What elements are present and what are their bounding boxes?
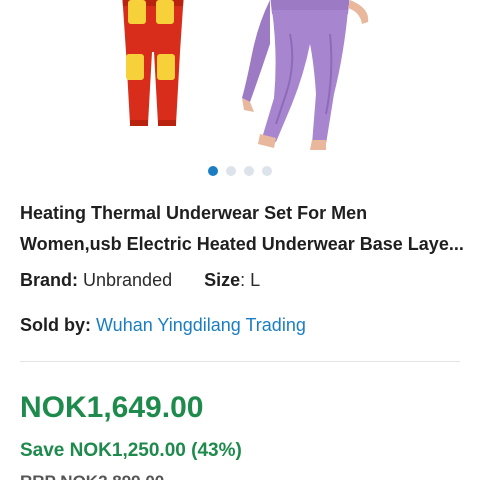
carousel-dot-1[interactable] (208, 166, 218, 176)
rrp-price: RRP NOK2,899.00 (20, 471, 164, 480)
seller-info: Sold by: Wuhan Yingdilang Trading (20, 313, 306, 337)
seller-link[interactable]: Wuhan Yingdilang Trading (96, 315, 306, 335)
carousel-dot-3[interactable] (244, 166, 254, 176)
carousel-dot-2[interactable] (226, 166, 236, 176)
red-heated-pants-image[interactable] (108, 0, 198, 132)
brand-label: Brand: (20, 270, 78, 290)
product-image-gallery[interactable] (0, 0, 480, 160)
product-title-line-2: Women,usb Electric Heated Underwear Base… (20, 234, 464, 254)
brand-value: Unbranded (83, 270, 173, 290)
savings-text: Save NOK1,250.00 (43%) (20, 440, 242, 461)
product-attributes: Brand: Unbranded Size: L (20, 268, 260, 292)
carousel-indicator[interactable] (0, 166, 480, 176)
size-value: : L (240, 270, 261, 290)
purple-thermal-leggings-image[interactable] (230, 0, 380, 154)
carousel-dot-4[interactable] (262, 166, 272, 176)
product-title: Heating Thermal Underwear Set For Men Wo… (20, 198, 465, 260)
divider (20, 361, 460, 362)
product-title-line-1: Heating Thermal Underwear Set For Men (20, 203, 368, 223)
size-label: Size (204, 270, 241, 290)
sold-by-label: Sold by: (20, 315, 91, 335)
product-price: NOK1,649.00 (20, 391, 204, 424)
